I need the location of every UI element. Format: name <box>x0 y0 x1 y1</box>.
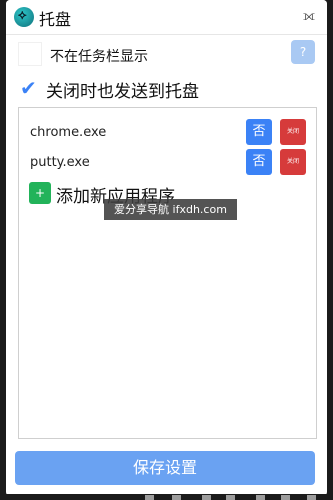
add-icon[interactable]: + <box>29 182 51 204</box>
no-button[interactable]: 否 <box>246 119 272 145</box>
send-to-tray-label: 关闭时也发送到托盘 <box>46 82 199 102</box>
close-icon[interactable]: ⟗ <box>301 8 317 24</box>
save-button[interactable]: 保存设置 <box>15 451 315 485</box>
tray-icon <box>172 495 181 500</box>
tray-icon <box>202 495 211 500</box>
hide-taskbar-row[interactable]: 不在任务栏显示 <box>18 42 278 70</box>
tray-app-icon: ⟡ <box>14 7 34 27</box>
hide-taskbar-checkbox[interactable] <box>18 42 42 66</box>
title-bar: ⟡ 托盘 ⟗ <box>6 0 327 35</box>
help-button[interactable]: ? <box>291 40 315 64</box>
no-button[interactable]: 否 <box>246 149 272 175</box>
tray-icon <box>145 495 154 500</box>
tray-icon <box>226 495 235 500</box>
list-item: chrome.exe 否 关闭 <box>19 119 316 147</box>
taskbar-strip <box>0 494 333 500</box>
app-name: chrome.exe <box>30 125 107 140</box>
send-to-tray-row[interactable]: ✔ 关闭时也发送到托盘 <box>18 76 298 104</box>
checkmark-icon[interactable]: ✔ <box>20 76 37 100</box>
tray-settings-window: ⟡ 托盘 ⟗ 不在任务栏显示 ? ✔ 关闭时也发送到托盘 chrome.exe … <box>6 0 327 496</box>
watermark: 爱分享导航 ifxdh.com <box>104 199 237 220</box>
tray-icon <box>281 495 290 500</box>
list-item: putty.exe 否 关闭 <box>19 149 316 177</box>
app-list: chrome.exe 否 关闭 putty.exe 否 关闭 + 添加新应用程序 <box>18 107 317 439</box>
close-app-button[interactable]: 关闭 <box>280 149 306 175</box>
window-title: 托盘 <box>39 10 72 29</box>
tray-icon <box>307 495 316 500</box>
close-app-button[interactable]: 关闭 <box>280 119 306 145</box>
tray-icon <box>256 495 265 500</box>
hide-taskbar-label: 不在任务栏显示 <box>50 49 148 65</box>
app-name: putty.exe <box>30 155 90 170</box>
